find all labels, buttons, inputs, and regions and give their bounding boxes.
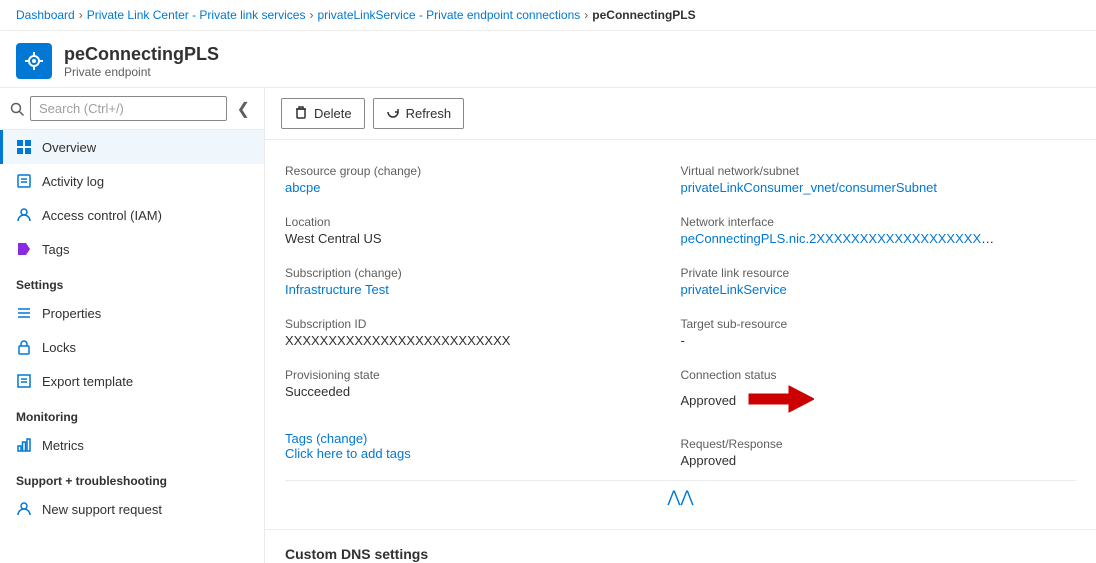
support-section-label: Support + troubleshooting — [0, 462, 264, 492]
activity-log-icon — [16, 173, 32, 189]
collapse-button[interactable]: ❮ — [233, 97, 254, 121]
main-content: Delete Refresh Resource group (change) a… — [265, 88, 1096, 563]
red-arrow-icon — [744, 384, 814, 417]
new-support-label: New support request — [42, 502, 162, 517]
overview-label: Overview — [42, 140, 96, 155]
vnet-item: Virtual network/subnet privateLinkConsum… — [681, 156, 1077, 207]
delete-button[interactable]: Delete — [281, 98, 365, 129]
sidebar-item-export-template[interactable]: Export template — [0, 364, 264, 398]
dns-section: Custom DNS settings FQDN Private IP Not … — [265, 529, 1096, 563]
private-link-resource-value[interactable]: privateLinkService — [681, 282, 787, 297]
nic-value[interactable]: peConnectingPLS.nic.2XXXXXXXXXXXXXXXXXXX… — [681, 231, 1001, 246]
delete-label: Delete — [314, 106, 352, 121]
refresh-label: Refresh — [406, 106, 452, 121]
monitoring-section-label: Monitoring — [0, 398, 264, 428]
access-control-icon — [16, 207, 32, 223]
breadcrumb-current: peConnectingPLS — [592, 8, 695, 22]
location-value: West Central US — [285, 231, 681, 246]
breadcrumb-private-link-center[interactable]: Private Link Center - Private link servi… — [87, 8, 306, 22]
tags-change-link[interactable]: Tags (change) — [285, 431, 367, 446]
details-left: Resource group (change) abcpe Location W… — [285, 156, 681, 480]
properties-icon — [16, 305, 32, 321]
collapse-arrows-icon[interactable]: ⋀⋀ — [667, 487, 693, 507]
settings-section-label: Settings — [0, 266, 264, 296]
tags-label: Tags — [42, 242, 69, 257]
vnet-value[interactable]: privateLinkConsumer_vnet/consumerSubnet — [681, 180, 938, 195]
locks-label: Locks — [42, 340, 76, 355]
target-sub-resource-value: - — [681, 333, 1077, 348]
export-template-label: Export template — [42, 374, 133, 389]
resource-group-item: Resource group (change) abcpe — [285, 156, 681, 207]
export-template-icon — [16, 373, 32, 389]
request-response-item: Request/Response Approved — [681, 429, 1077, 480]
locks-icon — [16, 339, 32, 355]
sidebar-item-tags[interactable]: Tags — [0, 232, 264, 266]
toolbar: Delete Refresh — [265, 88, 1096, 140]
private-link-resource-item: Private link resource privateLinkService — [681, 258, 1077, 309]
page-subtitle: Private endpoint — [64, 65, 219, 79]
breadcrumb: Dashboard › Private Link Center - Privat… — [0, 0, 1096, 31]
provisioning-state-value: Succeeded — [285, 384, 681, 399]
resource-group-change-link[interactable]: (change) — [374, 164, 421, 178]
sidebar-item-locks[interactable]: Locks — [0, 330, 264, 364]
tags-item: Tags (change) Click here to add tags — [285, 423, 681, 473]
subscription-value[interactable]: Infrastructure Test — [285, 282, 389, 297]
refresh-button[interactable]: Refresh — [373, 98, 465, 129]
app-body: ❮ Overview Activity log Access contr — [0, 88, 1096, 563]
delete-icon — [294, 105, 308, 122]
sidebar-item-new-support[interactable]: New support request — [0, 492, 264, 526]
request-response-value: Approved — [681, 453, 1077, 468]
page-header: peConnectingPLS Private endpoint — [0, 31, 1096, 88]
search-input[interactable] — [30, 96, 227, 121]
search-icon — [10, 102, 24, 116]
sidebar-item-activity-log[interactable]: Activity log — [0, 164, 264, 198]
breadcrumb-dashboard[interactable]: Dashboard — [16, 8, 75, 22]
breadcrumb-private-link-service[interactable]: privateLinkService - Private endpoint co… — [317, 8, 580, 22]
activity-log-label: Activity log — [42, 174, 104, 189]
metrics-label: Metrics — [42, 438, 84, 453]
location-item: Location West Central US — [285, 207, 681, 258]
subscription-item: Subscription (change) Infrastructure Tes… — [285, 258, 681, 309]
details-section: Resource group (change) abcpe Location W… — [265, 140, 1096, 529]
network-interface-item: Network interface peConnectingPLS.nic.2X… — [681, 207, 1077, 258]
sidebar-nav: Overview Activity log Access control (IA… — [0, 130, 264, 563]
new-support-icon — [16, 501, 32, 517]
metrics-icon — [16, 437, 32, 453]
connection-status-item: Connection status Approved — [681, 360, 1077, 429]
sidebar-item-access-control[interactable]: Access control (IAM) — [0, 198, 264, 232]
sidebar: ❮ Overview Activity log Access contr — [0, 88, 265, 563]
tags-icon — [16, 241, 32, 257]
search-box: ❮ — [0, 88, 264, 130]
sidebar-item-metrics[interactable]: Metrics — [0, 428, 264, 462]
sidebar-item-properties[interactable]: Properties — [0, 296, 264, 330]
details-right: Virtual network/subnet privateLinkConsum… — [681, 156, 1077, 480]
subscription-id-item: Subscription ID XXXXXXXXXXXXXXXXXXXXXXXX… — [285, 309, 681, 360]
provisioning-state-item: Provisioning state Succeeded — [285, 360, 681, 411]
target-sub-resource-item: Target sub-resource - — [681, 309, 1077, 360]
connection-status-value: Approved — [681, 393, 737, 408]
page-title: peConnectingPLS — [64, 44, 219, 65]
access-control-label: Access control (IAM) — [42, 208, 162, 223]
tags-add-link[interactable]: Click here to add tags — [285, 446, 411, 461]
collapse-divider[interactable]: ⋀⋀ — [285, 480, 1076, 513]
resource-group-value[interactable]: abcpe — [285, 180, 320, 195]
refresh-icon — [386, 105, 400, 122]
properties-label: Properties — [42, 306, 101, 321]
overview-icon — [16, 139, 32, 155]
sidebar-item-overview[interactable]: Overview — [0, 130, 264, 164]
subscription-change-link[interactable]: (change) — [354, 266, 401, 280]
details-grid: Resource group (change) abcpe Location W… — [285, 156, 1076, 480]
page-icon — [16, 43, 52, 79]
dns-title: Custom DNS settings — [285, 546, 1076, 562]
subscription-id-value: XXXXXXXXXXXXXXXXXXXXXXXXXX — [285, 333, 681, 348]
